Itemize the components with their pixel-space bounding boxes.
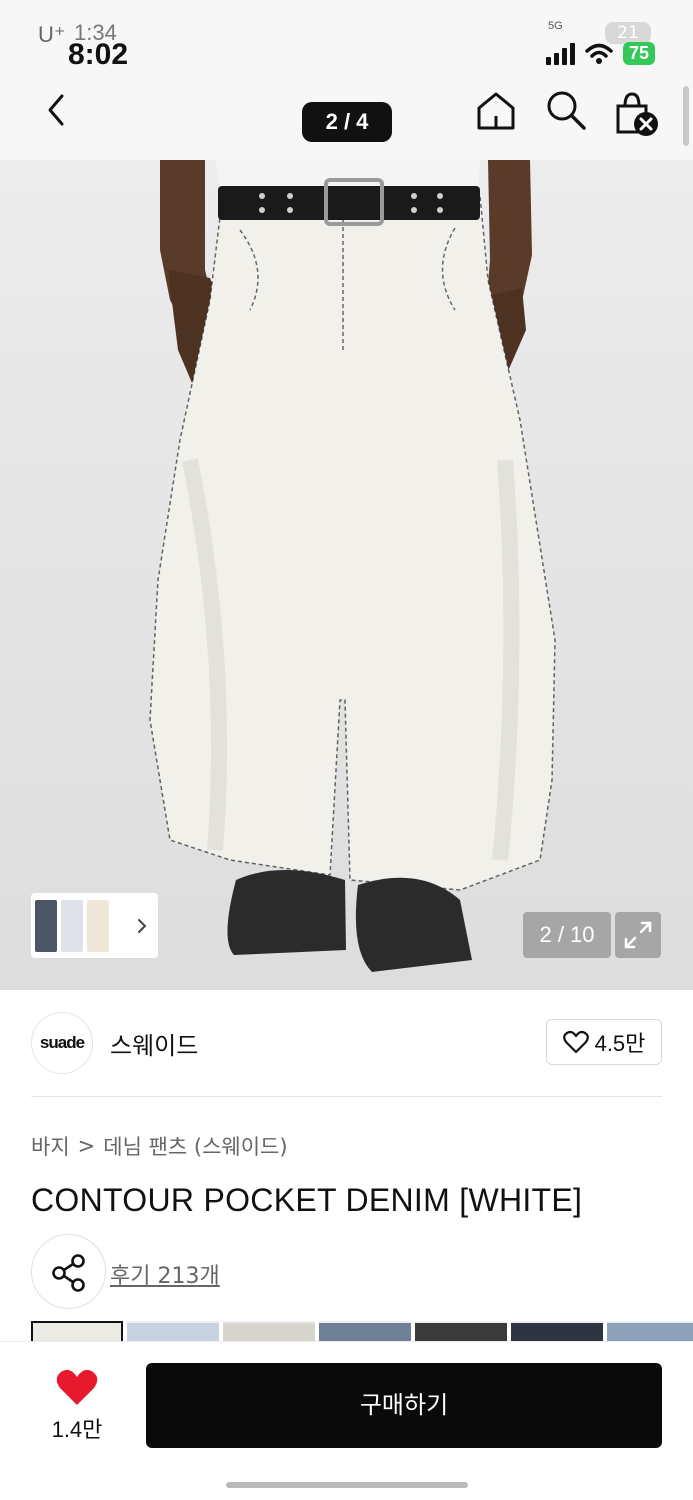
home-icon[interactable] (474, 88, 518, 132)
brand-logo[interactable]: suade (31, 1012, 93, 1074)
top-nav-bar: 2 / 4 (0, 78, 693, 160)
thumbnail-image[interactable] (35, 899, 57, 952)
brand-name[interactable]: 스웨이드 (110, 1026, 198, 1061)
color-option[interactable] (415, 1321, 507, 1341)
scroll-indicator (683, 86, 689, 146)
heart-outline-icon (562, 1030, 589, 1054)
breadcrumb-separator: > (77, 1134, 96, 1158)
expand-button[interactable] (615, 912, 661, 958)
color-option[interactable] (31, 1321, 123, 1341)
color-option[interactable] (223, 1321, 315, 1341)
expand-arrows-icon (624, 921, 652, 949)
color-option[interactable] (607, 1321, 693, 1341)
like-count: 1.4만 (51, 1417, 103, 1442)
share-icon (52, 1254, 85, 1292)
product-image[interactable] (0, 160, 693, 990)
carrier-label: U⁺ (38, 22, 66, 47)
breadcrumb-item[interactable]: 데님 팬츠 (스웨이드) (103, 1131, 287, 1161)
color-option[interactable] (511, 1321, 603, 1341)
color-option-list (31, 1321, 693, 1341)
home-indicator (226, 1482, 468, 1488)
color-option[interactable] (319, 1321, 411, 1341)
wifi-icon (585, 43, 613, 64)
thumbnail-image[interactable] (87, 899, 109, 952)
share-button[interactable] (31, 1234, 106, 1309)
thumbnail-image[interactable] (61, 899, 83, 952)
gallery-thumbnail-strip[interactable] (31, 893, 158, 958)
search-icon[interactable] (544, 88, 588, 132)
page-indicator: 2 / 4 (302, 102, 392, 142)
brand-like-count: 4.5만 (594, 1031, 646, 1056)
old-battery-badge: 21 (605, 22, 651, 44)
product-title: CONTOUR POCKET DENIM [WHITE] (31, 1182, 583, 1218)
breadcrumb: 바지 > 데님 팬츠 (스웨이드) (31, 1131, 288, 1161)
time-label: 8:02 (68, 38, 129, 71)
network-badge: 5G (548, 20, 563, 32)
buy-button[interactable]: 구매하기 (146, 1363, 662, 1448)
divider (31, 1096, 662, 1097)
image-counter: 2 / 10 (523, 912, 611, 958)
status-bar: U⁺ 1:34 8:02 5G 21 75 (0, 0, 693, 78)
color-option[interactable] (127, 1321, 219, 1341)
review-link[interactable]: 후기 213개 (110, 1258, 220, 1290)
back-chevron-icon[interactable] (38, 90, 78, 130)
brand-like-button[interactable]: 4.5만 (546, 1019, 662, 1065)
shopping-bag-close-icon[interactable] (612, 88, 662, 138)
signal-icon (545, 42, 575, 65)
breadcrumb-item[interactable]: 바지 (31, 1131, 70, 1161)
product-photo-illustration (0, 160, 693, 990)
status-icons: 75 (545, 42, 655, 65)
battery-badge: 75 (622, 42, 655, 65)
chevron-right-icon[interactable] (134, 918, 150, 934)
heart-filled-icon[interactable] (55, 1367, 99, 1407)
